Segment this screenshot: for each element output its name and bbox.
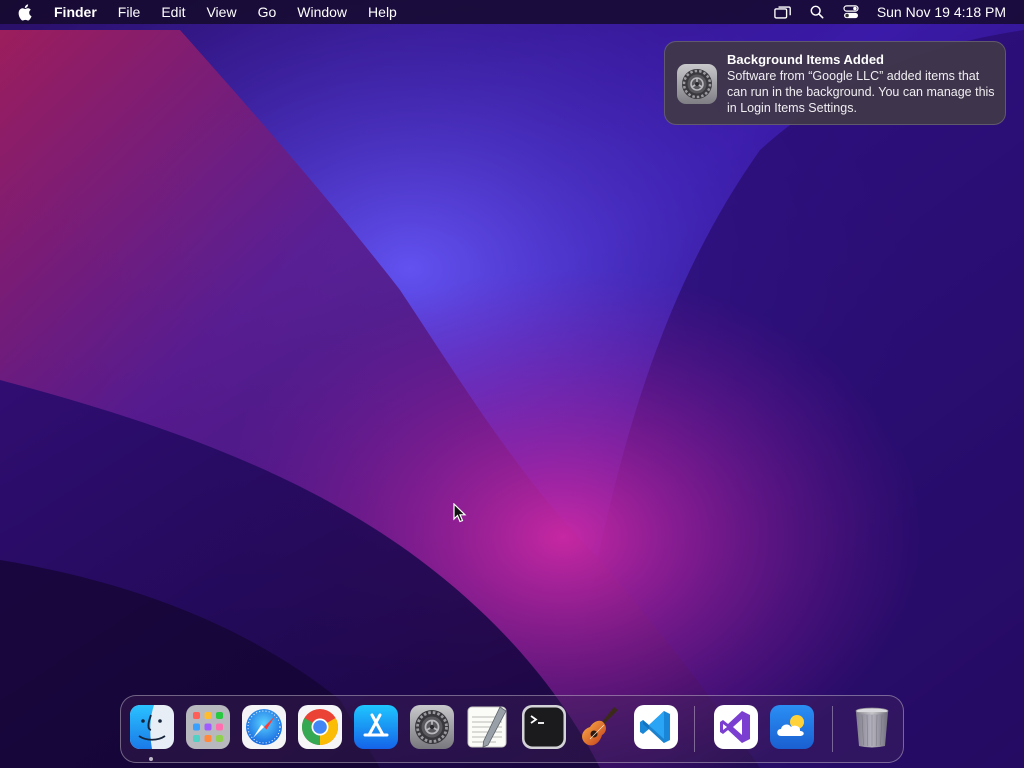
dock-separator <box>832 706 833 752</box>
menu-go[interactable]: Go <box>258 4 277 20</box>
mouse-pointer-icon <box>453 502 467 523</box>
chrome-icon <box>298 705 342 749</box>
dock-item-vscode[interactable] <box>634 705 678 749</box>
dock-item-textedit[interactable] <box>466 705 510 749</box>
control-center-icon[interactable] <box>841 3 861 21</box>
finder-icon <box>130 705 174 749</box>
background-items-notification[interactable]: Background Items Added Software from “Go… <box>664 41 1006 125</box>
running-indicator <box>149 757 153 761</box>
trash-icon <box>855 707 889 748</box>
textedit-icon <box>467 706 507 748</box>
screen-mirroring-icon[interactable] <box>773 3 793 21</box>
dock-item-system-settings[interactable] <box>410 705 454 749</box>
terminal-icon <box>522 705 566 749</box>
vscode-icon <box>634 705 678 749</box>
garageband-guitar-icon <box>582 707 618 746</box>
dock-item-weather[interactable] <box>770 705 814 749</box>
safari-compass-icon <box>242 705 286 749</box>
launchpad-icon <box>186 705 230 749</box>
system-settings-gear-icon <box>410 705 454 749</box>
weather-cloud-icon <box>770 705 814 749</box>
notification-title: Background Items Added <box>727 52 884 67</box>
dock-item-chrome[interactable] <box>298 705 342 749</box>
apple-logo-icon[interactable] <box>18 3 34 21</box>
dock-item-terminal[interactable] <box>522 705 566 749</box>
dock <box>120 695 904 763</box>
dock-item-app-store[interactable] <box>354 705 398 749</box>
menu-bar-clock[interactable]: Sun Nov 19 4:18 PM <box>877 4 1006 20</box>
dock-item-safari[interactable] <box>242 705 286 749</box>
menu-edit[interactable]: Edit <box>161 4 185 20</box>
dock-item-launchpad[interactable] <box>186 705 230 749</box>
menu-help[interactable]: Help <box>368 4 397 20</box>
menu-bar: Finder File Edit View Go Window Help Sun… <box>0 0 1024 24</box>
app-store-icon <box>354 705 398 749</box>
visual-studio-icon <box>714 705 758 749</box>
dock-item-finder[interactable] <box>130 705 174 749</box>
menu-file[interactable]: File <box>118 4 141 20</box>
spotlight-search-icon[interactable] <box>807 3 827 21</box>
menu-window[interactable]: Window <box>297 4 347 20</box>
menu-view[interactable]: View <box>206 4 236 20</box>
menu-app-finder[interactable]: Finder <box>54 4 97 20</box>
dock-item-visual-studio[interactable] <box>714 705 758 749</box>
dock-item-garageband[interactable] <box>578 705 622 749</box>
notification-body: Software from “Google LLC” added items t… <box>727 69 995 115</box>
system-settings-gear-icon <box>677 64 717 104</box>
dock-item-trash[interactable] <box>850 705 894 749</box>
dock-separator <box>694 706 695 752</box>
